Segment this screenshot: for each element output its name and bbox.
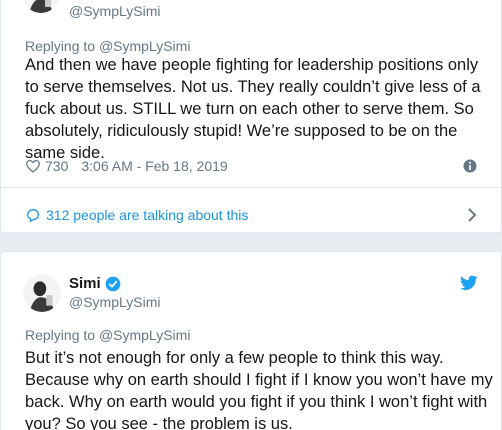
- replying-to-handle[interactable]: @SympLySimi: [99, 327, 191, 343]
- twitter-bird-icon[interactable]: [460, 275, 478, 291]
- display-name[interactable]: Simi: [69, 275, 121, 292]
- chevron-right-icon[interactable]: [467, 207, 477, 223]
- info-icon[interactable]: [463, 159, 477, 173]
- timestamp[interactable]: 3:06 AM - Feb 18, 2019: [81, 158, 227, 174]
- tweet-card-2: Simi @SympLySimi Replying to @SympLySimi…: [0, 251, 502, 430]
- avatar[interactable]: [23, 0, 59, 13]
- avatar[interactable]: [23, 274, 61, 312]
- replying-to-label: Replying to: [25, 327, 99, 343]
- like-count[interactable]: 730: [45, 158, 68, 174]
- tweet-text: But it’s not enough for only a few peopl…: [25, 349, 493, 430]
- heart-icon[interactable]: [25, 159, 41, 173]
- tweet-text: And then we have people fighting for lea…: [25, 56, 481, 162]
- replying-to: Replying to @SympLySimi: [25, 327, 190, 343]
- tweet-handle[interactable]: @SympLySimi: [69, 3, 161, 19]
- people-talking-label[interactable]: 312 people are talking about this: [46, 207, 248, 223]
- display-name-text[interactable]: Simi: [69, 275, 101, 292]
- replying-to-label: Replying to: [25, 38, 99, 54]
- comment-bubble-icon: [27, 209, 39, 222]
- people-talking-link[interactable]: 312 people are talking about this: [25, 207, 248, 223]
- replying-to-handle[interactable]: @SympLySimi: [99, 38, 191, 54]
- tweet-card-1: @SympLySimi Replying to @SympLySimi And …: [0, 0, 502, 233]
- divider: [1, 187, 501, 188]
- tweet-meta: 730 3:06 AM - Feb 18, 2019: [25, 158, 228, 174]
- verified-badge-icon: [105, 276, 121, 291]
- tweet-handle[interactable]: @SympLySimi: [69, 294, 161, 310]
- replying-to: Replying to @SympLySimi: [25, 38, 190, 54]
